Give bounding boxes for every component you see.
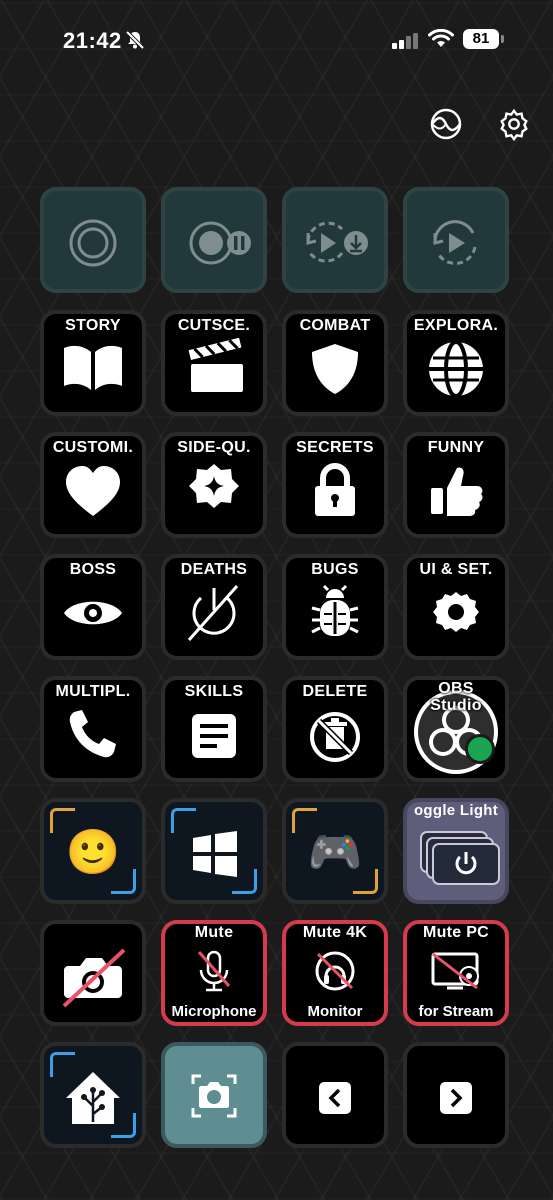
marker-side-quests-button[interactable]: SIDE-QU. [161,432,267,538]
active-status-dot [465,734,495,764]
delete-marker-button[interactable]: DELETE [282,676,388,782]
marker-multiplayer-button[interactable]: MULTIPL. [40,676,146,782]
battery-tip [501,35,504,43]
mute-pc-for-stream-button[interactable]: Mute PC for Stream [403,920,509,1026]
previous-page-button[interactable] [282,1042,388,1148]
badge-star-icon [189,464,239,508]
shield-icon [312,344,358,394]
phone-icon [69,710,116,758]
gaming-action-button[interactable]: 🎮 [282,798,388,904]
open-obs-studio-button[interactable]: OBS Studio [403,676,509,782]
marker-story-button[interactable]: STORY [40,310,146,416]
marker-exploration-button[interactable]: EXPLORA. [403,310,509,416]
eye-icon [64,601,122,625]
marker-deaths-button[interactable]: DEATHS [161,554,267,660]
gear-icon[interactable] [497,106,531,142]
cog-icon [433,592,479,632]
record-pause-icon [189,221,251,265]
obs-record-pause-button[interactable] [161,187,267,293]
marker-funny-button[interactable]: FUNNY [403,432,509,538]
wifi-icon [428,29,454,47]
signal-icon [392,33,418,49]
key-label-bottom: Microphone [171,1003,257,1020]
mute-microphone-button[interactable]: Mute Microphone [161,920,267,1026]
replay-buffer-button[interactable] [403,187,509,293]
screenshot-camera-icon [191,1074,237,1118]
chevron-left-icon [319,1082,351,1114]
marker-bugs-button[interactable]: BUGS [282,554,388,660]
no-trash-icon [310,712,360,762]
key-label-bottom: for Stream [418,1003,494,1020]
home-assistant-button[interactable] [40,1042,146,1148]
obs-label-line2: Studio [430,697,482,714]
gamepad-icon: 🎮 [307,828,363,877]
camera-slash-icon [62,948,126,1008]
thumbs-up-icon [431,467,483,516]
replay-buffer-save-button[interactable] [282,187,388,293]
stream-deck-profile-icon[interactable] [428,106,464,142]
replay-buffer-save-icon [306,221,368,263]
marker-combat-button[interactable]: COMBAT [282,310,388,416]
smiley-icon: 🙂 [65,828,121,877]
windows-action-button[interactable] [161,798,267,904]
mute-4k-monitor-button[interactable]: Mute 4K Monitor [282,920,388,1026]
book-icon [64,345,122,390]
heart-icon [66,466,120,516]
marker-secrets-button[interactable]: SECRETS [282,432,388,538]
next-page-button[interactable] [403,1042,509,1148]
home-assistant-icon [66,1072,120,1124]
marker-ui-settings-button[interactable]: UI & SET. [403,554,509,660]
marker-customization-button[interactable]: CUSTOMI. [40,432,146,538]
windows-logo-icon [193,831,237,877]
marker-boss-button[interactable]: BOSS [40,554,146,660]
screenshot-button[interactable] [161,1042,267,1148]
toggle-lights-button[interactable]: oggle Light [403,798,509,904]
bug-icon [311,584,359,636]
camera-off-button[interactable] [40,920,146,1026]
document-icon [192,714,236,758]
key-label-bottom: Monitor [307,1003,363,1020]
clapperboard-icon [188,337,243,392]
globe-icon [429,340,483,398]
battery-indicator: 81 [463,29,499,49]
obs-label-line1: OBS [438,680,474,697]
status-bar: 21:42 81 [0,0,553,82]
record-icon [69,219,117,267]
chevron-right-icon [440,1082,472,1114]
power-switch-icon [420,831,500,885]
obs-record-button[interactable] [40,187,146,293]
power-off-slash-icon [187,585,239,641]
marker-skills-button[interactable]: SKILLS [161,676,267,782]
bell-slash-icon [125,30,145,50]
clock: 21:42 [63,28,122,53]
marker-cutscene-button[interactable]: CUTSCE. [161,310,267,416]
replay-buffer-icon [433,220,477,265]
lock-icon [315,463,355,516]
emoji-action-button[interactable]: 🙂 [40,798,146,904]
